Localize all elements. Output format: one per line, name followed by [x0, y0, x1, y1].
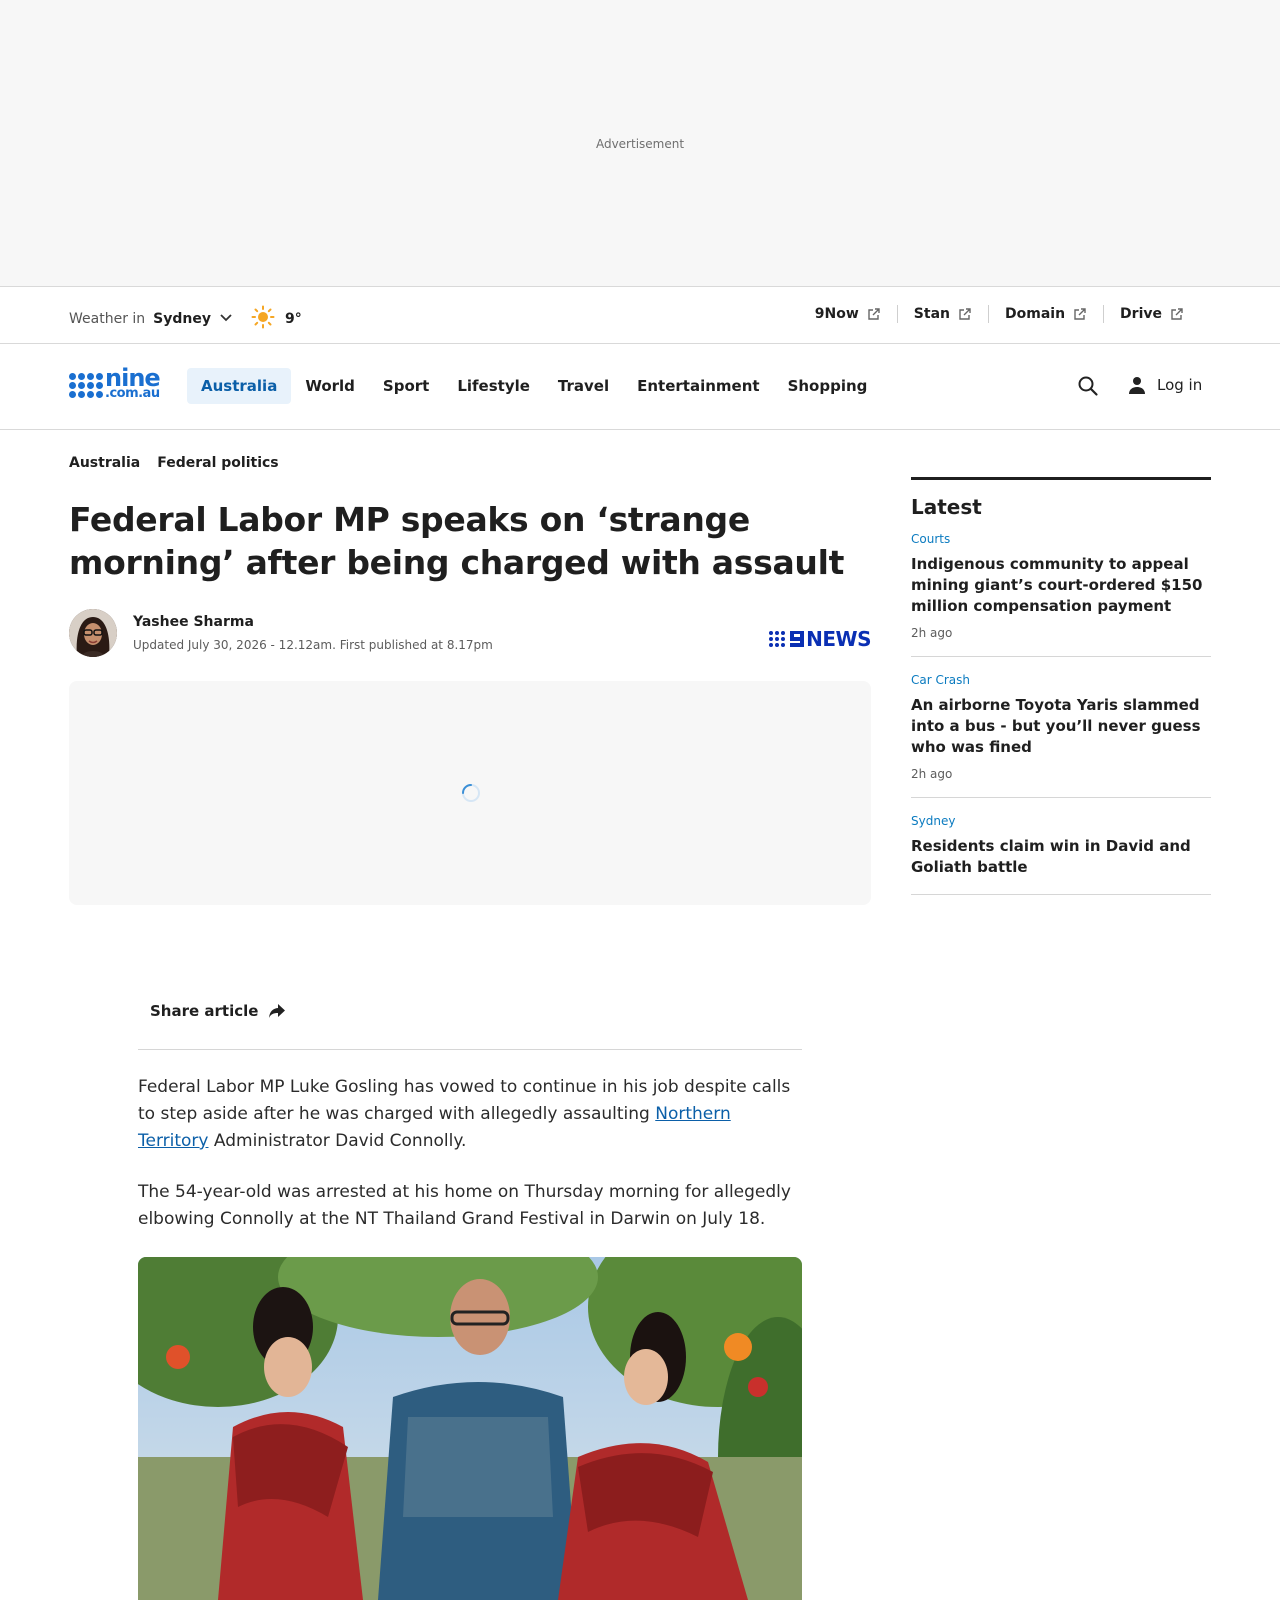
nine-logo[interactable]: nine .com.au	[69, 364, 161, 401]
partner-link-drive[interactable]: Drive	[1103, 305, 1184, 323]
nav-item-australia[interactable]: Australia	[187, 368, 292, 404]
nav-menu: Australia World Sport Lifestyle Travel E…	[187, 368, 881, 404]
latest-title[interactable]: An airborne Toyota Yaris slammed into a …	[911, 695, 1211, 758]
search-button[interactable]	[1077, 375, 1099, 401]
paragraph-text: Administrator David Connolly.	[208, 1131, 467, 1151]
publish-dates: Updated July 30, 2026 - 12.12am. First p…	[133, 638, 493, 652]
share-arrow-icon	[269, 1004, 286, 1018]
9news-dots-icon	[769, 631, 786, 647]
latest-item[interactable]: Sydney Residents claim win in David and …	[911, 814, 1211, 895]
video-player[interactable]	[69, 681, 871, 905]
external-link-icon	[1074, 308, 1086, 320]
latest-timestamp: 2h ago	[911, 626, 953, 640]
latest-item[interactable]: Courts Indigenous community to appeal mi…	[911, 532, 1211, 657]
partner-link-9now[interactable]: 9Now	[815, 305, 897, 323]
nav-item-entertainment[interactable]: Entertainment	[623, 368, 773, 404]
weather-label: Weather in	[69, 311, 146, 327]
9news-text: NEWS	[806, 627, 871, 651]
divider	[138, 1049, 802, 1050]
partner-links: 9Now Stan Domain Drive	[815, 305, 1184, 323]
breadcrumb-item-federal-politics[interactable]: Federal politics	[157, 455, 278, 471]
search-icon	[1078, 376, 1098, 396]
article-byline: Yashee Sharma Updated July 30, 2026 - 12…	[69, 609, 871, 659]
nav-item-shopping[interactable]: Shopping	[774, 368, 882, 404]
partner-link-stan[interactable]: Stan	[896, 305, 988, 323]
nav-item-world[interactable]: World	[291, 368, 369, 404]
logo-line2: .com.au	[105, 386, 160, 401]
share-label: Share article	[150, 1002, 259, 1020]
partner-label: 9Now	[814, 306, 859, 322]
author-avatar[interactable]	[69, 609, 117, 657]
latest-title[interactable]: Residents claim win in David and Goliath…	[911, 836, 1211, 878]
main-navigation: nine .com.au Australia World Sport Lifes…	[0, 344, 1280, 430]
partner-label: Domain	[1005, 306, 1066, 322]
9news-nine-glyph	[790, 631, 805, 647]
advertisement-banner[interactable]: Advertisement	[0, 0, 1280, 287]
external-link-icon	[868, 308, 880, 320]
partner-link-domain[interactable]: Domain	[988, 305, 1103, 323]
article-paragraph: The 54-year-old was arrested at his home…	[138, 1182, 791, 1229]
sidebar-top-rule	[911, 477, 1211, 480]
logo-line1: nine	[105, 364, 161, 392]
logo-dots-icon	[69, 372, 103, 398]
article-headline: Federal Labor MP speaks on ‘strange morn…	[69, 500, 845, 582]
utility-bar: Weather in Sydney 9° 9Now Stan Domain Dr…	[0, 287, 1280, 344]
weather-temperature: 9°	[285, 311, 302, 327]
loading-spinner-icon	[462, 784, 480, 802]
nav-item-lifestyle[interactable]: Lifestyle	[443, 368, 544, 404]
advertisement-label: Advertisement	[595, 137, 685, 151]
sun-icon	[251, 305, 275, 333]
nav-item-travel[interactable]: Travel	[544, 368, 623, 404]
sidebar-title: Latest	[911, 495, 982, 519]
latest-category[interactable]: Car Crash	[911, 673, 1211, 687]
latest-timestamp: 2h ago	[911, 767, 953, 781]
breadcrumb: Australia Federal politics	[69, 455, 296, 471]
article-paragraph: Federal Labor MP Luke Gosling has vowed …	[138, 1074, 802, 1155]
external-link-icon	[959, 308, 971, 320]
login-label: Log in	[1157, 376, 1203, 394]
author-name[interactable]: Yashee Sharma	[133, 614, 254, 630]
weather-city[interactable]: Sydney	[153, 311, 211, 327]
latest-category[interactable]: Courts	[911, 532, 1211, 546]
article-photo[interactable]	[138, 1257, 802, 1600]
weather-widget[interactable]: Weather in Sydney 9°	[69, 305, 302, 333]
breadcrumb-item-australia[interactable]: Australia	[69, 455, 140, 471]
user-icon	[1129, 377, 1145, 394]
nav-item-sport[interactable]: Sport	[369, 368, 443, 404]
chevron-down-icon[interactable]	[219, 310, 233, 328]
logo-text: nine .com.au	[105, 364, 161, 401]
9news-logo: NEWS	[769, 627, 871, 651]
login-button[interactable]: Log in	[1127, 375, 1202, 395]
latest-category[interactable]: Sydney	[911, 814, 1211, 828]
latest-item[interactable]: Car Crash An airborne Toyota Yaris slamm…	[911, 673, 1211, 798]
latest-sidebar: Latest Courts Indigenous community to ap…	[911, 477, 1211, 911]
share-article-button[interactable]: Share article	[150, 1002, 286, 1020]
partner-label: Drive	[1120, 306, 1162, 322]
latest-title[interactable]: Indigenous community to appeal mining gi…	[911, 554, 1211, 617]
partner-label: Stan	[913, 306, 950, 322]
external-link-icon	[1171, 308, 1183, 320]
